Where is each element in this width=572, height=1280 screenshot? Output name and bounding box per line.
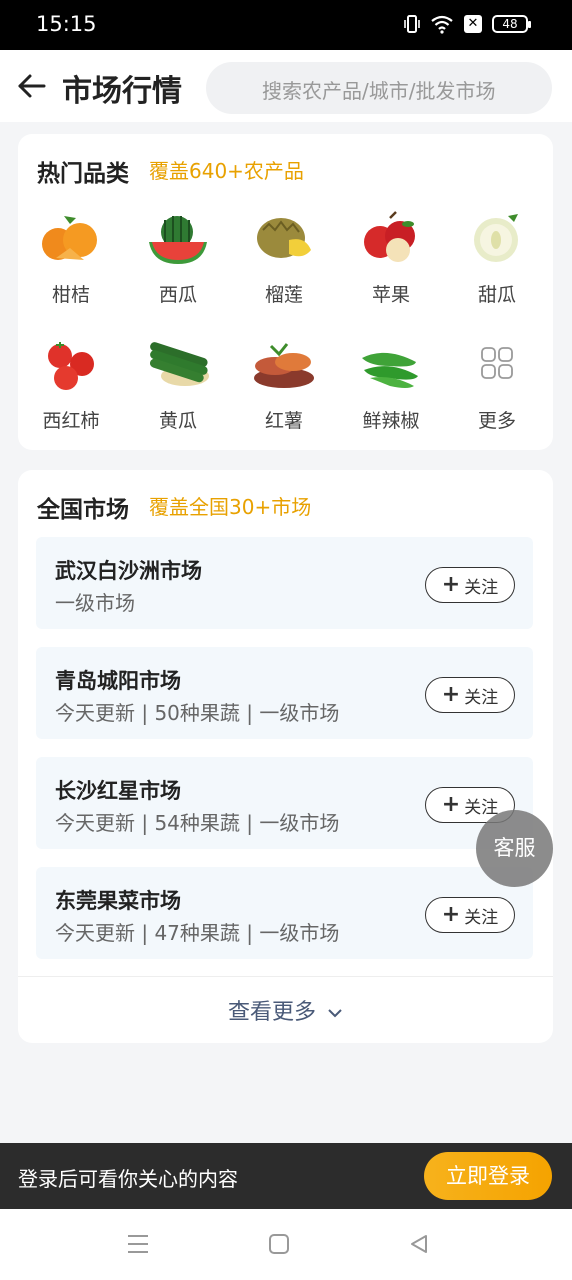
category-tomato[interactable]: 西红柿 [18, 336, 124, 433]
market-item[interactable]: 武汉白沙洲市场 一级市场 + 关注 [36, 537, 533, 629]
login-tip: 登录后可看你关心的内容 [18, 1167, 238, 1191]
status-bar: 15:15 ✕ 48 [0, 0, 572, 50]
category-label: 黄瓜 [158, 410, 197, 432]
category-label: 柑桔 [51, 284, 90, 306]
market-meta: 今天更新 | 50种果蔬 | 一级市场 [55, 701, 340, 725]
home-icon[interactable] [268, 1233, 290, 1255]
category-sweet-potato[interactable]: 红薯 [231, 336, 337, 433]
market-meta: 今天更新 | 47种果蔬 | 一级市场 [55, 921, 340, 945]
category-label: 榴莲 [264, 284, 303, 306]
market-meta: 今天更新 | 54种果蔬 | 一级市场 [55, 811, 340, 835]
category-label: 西瓜 [158, 284, 197, 306]
menu-icon[interactable] [126, 1233, 150, 1255]
follow-button[interactable]: + 关注 [425, 567, 515, 603]
markets-subtitle: 覆盖全国30+市场 [149, 495, 312, 519]
category-pepper[interactable]: 鲜辣椒 [338, 336, 444, 433]
category-label: 苹果 [371, 284, 410, 306]
status-time: 15:15 [36, 12, 97, 36]
follow-label: 关注 [464, 907, 499, 928]
hot-categories-card: 热门品类 覆盖640+农产品 柑桔 西瓜 榴莲 苹果 甜瓜 西红柿 黄瓜 红薯 … [18, 134, 553, 450]
category-orange[interactable]: 柑桔 [18, 210, 124, 307]
category-apple[interactable]: 苹果 [338, 210, 444, 307]
market-meta: 一级市场 [55, 591, 135, 615]
search-input[interactable]: 搜索农产品/城市/批发市场 [206, 62, 552, 114]
category-watermelon[interactable]: 西瓜 [125, 210, 231, 307]
category-label: 红薯 [264, 410, 303, 432]
pepper-icon [362, 352, 418, 388]
divider [18, 976, 553, 977]
market-item[interactable]: 东莞果菜市场 今天更新 | 47种果蔬 | 一级市场 + 关注 [36, 867, 533, 959]
melon-icon [474, 214, 518, 262]
search-placeholder: 搜索农产品/城市/批发市场 [262, 79, 496, 103]
category-melon[interactable]: 甜瓜 [444, 210, 550, 307]
category-label: 鲜辣椒 [362, 410, 420, 432]
watermelon-icon [149, 216, 207, 264]
follow-button[interactable]: + 关注 [425, 677, 515, 713]
vibrate-icon [404, 15, 420, 33]
back-arrow-icon[interactable] [14, 68, 50, 104]
markets-card: 全国市场 覆盖全国30+市场 武汉白沙洲市场 一级市场 + 关注 青岛城阳市场 今… [18, 470, 553, 1043]
follow-label: 关注 [464, 797, 499, 818]
plus-icon: + [441, 902, 461, 927]
back-triangle-icon[interactable] [408, 1233, 430, 1255]
cucumber-icon [149, 342, 209, 386]
page-title: 市场行情 [62, 74, 182, 109]
category-label: 甜瓜 [477, 284, 516, 306]
markets-title: 全国市场 [37, 497, 129, 523]
plus-icon: + [441, 682, 461, 707]
hot-categories-title: 热门品类 [37, 161, 129, 187]
more-grid-icon [481, 347, 513, 379]
follow-label: 关注 [464, 687, 499, 708]
market-item[interactable]: 青岛城阳市场 今天更新 | 50种果蔬 | 一级市场 + 关注 [36, 647, 533, 739]
category-cucumber[interactable]: 黄瓜 [125, 336, 231, 433]
hot-categories-subtitle: 覆盖640+农产品 [149, 159, 304, 183]
view-more-link[interactable]: 查看更多 [18, 994, 553, 1026]
apple-icon [364, 211, 415, 262]
market-name: 青岛城阳市场 [55, 669, 181, 693]
battery-icon: 48 [492, 15, 531, 33]
orange-icon [42, 216, 97, 260]
category-durian[interactable]: 榴莲 [231, 210, 337, 307]
durian-icon [257, 218, 311, 258]
category-more[interactable]: 更多 [444, 336, 550, 433]
market-item[interactable]: 长沙红星市场 今天更新 | 54种果蔬 | 一级市场 + 关注 [36, 757, 533, 849]
sim-off-icon: ✕ [464, 15, 482, 33]
wifi-icon [431, 15, 453, 34]
login-bar: 登录后可看你关心的内容 立即登录 [0, 1143, 572, 1209]
category-label: 更多 [477, 410, 516, 432]
category-label: 西红柿 [42, 410, 100, 432]
login-button[interactable]: 立即登录 [424, 1152, 552, 1200]
follow-label: 关注 [464, 577, 499, 598]
header: 市场行情 搜索农产品/城市/批发市场 [0, 50, 572, 122]
plus-icon: + [441, 572, 461, 597]
sweet-potato-icon [254, 343, 314, 388]
market-name: 东莞果菜市场 [55, 889, 181, 913]
plus-icon: + [441, 792, 461, 817]
system-nav-bar [0, 1209, 572, 1280]
market-name: 武汉白沙洲市场 [55, 559, 202, 583]
tomato-icon [48, 342, 94, 390]
chevron-down-icon [328, 1009, 342, 1018]
customer-service-button[interactable]: 客服 [476, 810, 553, 887]
follow-button[interactable]: + 关注 [425, 897, 515, 933]
market-name: 长沙红星市场 [55, 779, 181, 803]
view-more-label: 查看更多 [227, 1000, 316, 1025]
